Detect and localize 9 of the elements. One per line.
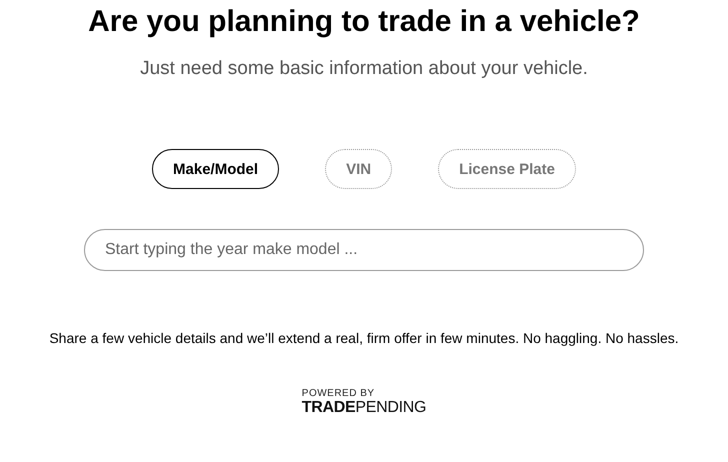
lookup-tab[interactable]: VIN: [325, 149, 392, 189]
search-field[interactable]: Start typing the year make model ...: [84, 229, 644, 271]
brand-logo: TRADEPENDING: [302, 399, 426, 417]
description-text: Share a few vehicle details and we’ll extend a real, firm offer in few minutes. No haggling. No hassles.: [48, 329, 680, 348]
lookup-tab[interactable]: License Plate: [438, 149, 576, 189]
powered-by-caption: POWERED BY: [302, 388, 375, 399]
page-subtitle: Just need some basic information about your vehicle.: [140, 57, 588, 81]
lookup-tab[interactable]: Make/Model: [152, 149, 280, 189]
page-title: Are you planning to trade in a vehicle?: [88, 4, 640, 40]
